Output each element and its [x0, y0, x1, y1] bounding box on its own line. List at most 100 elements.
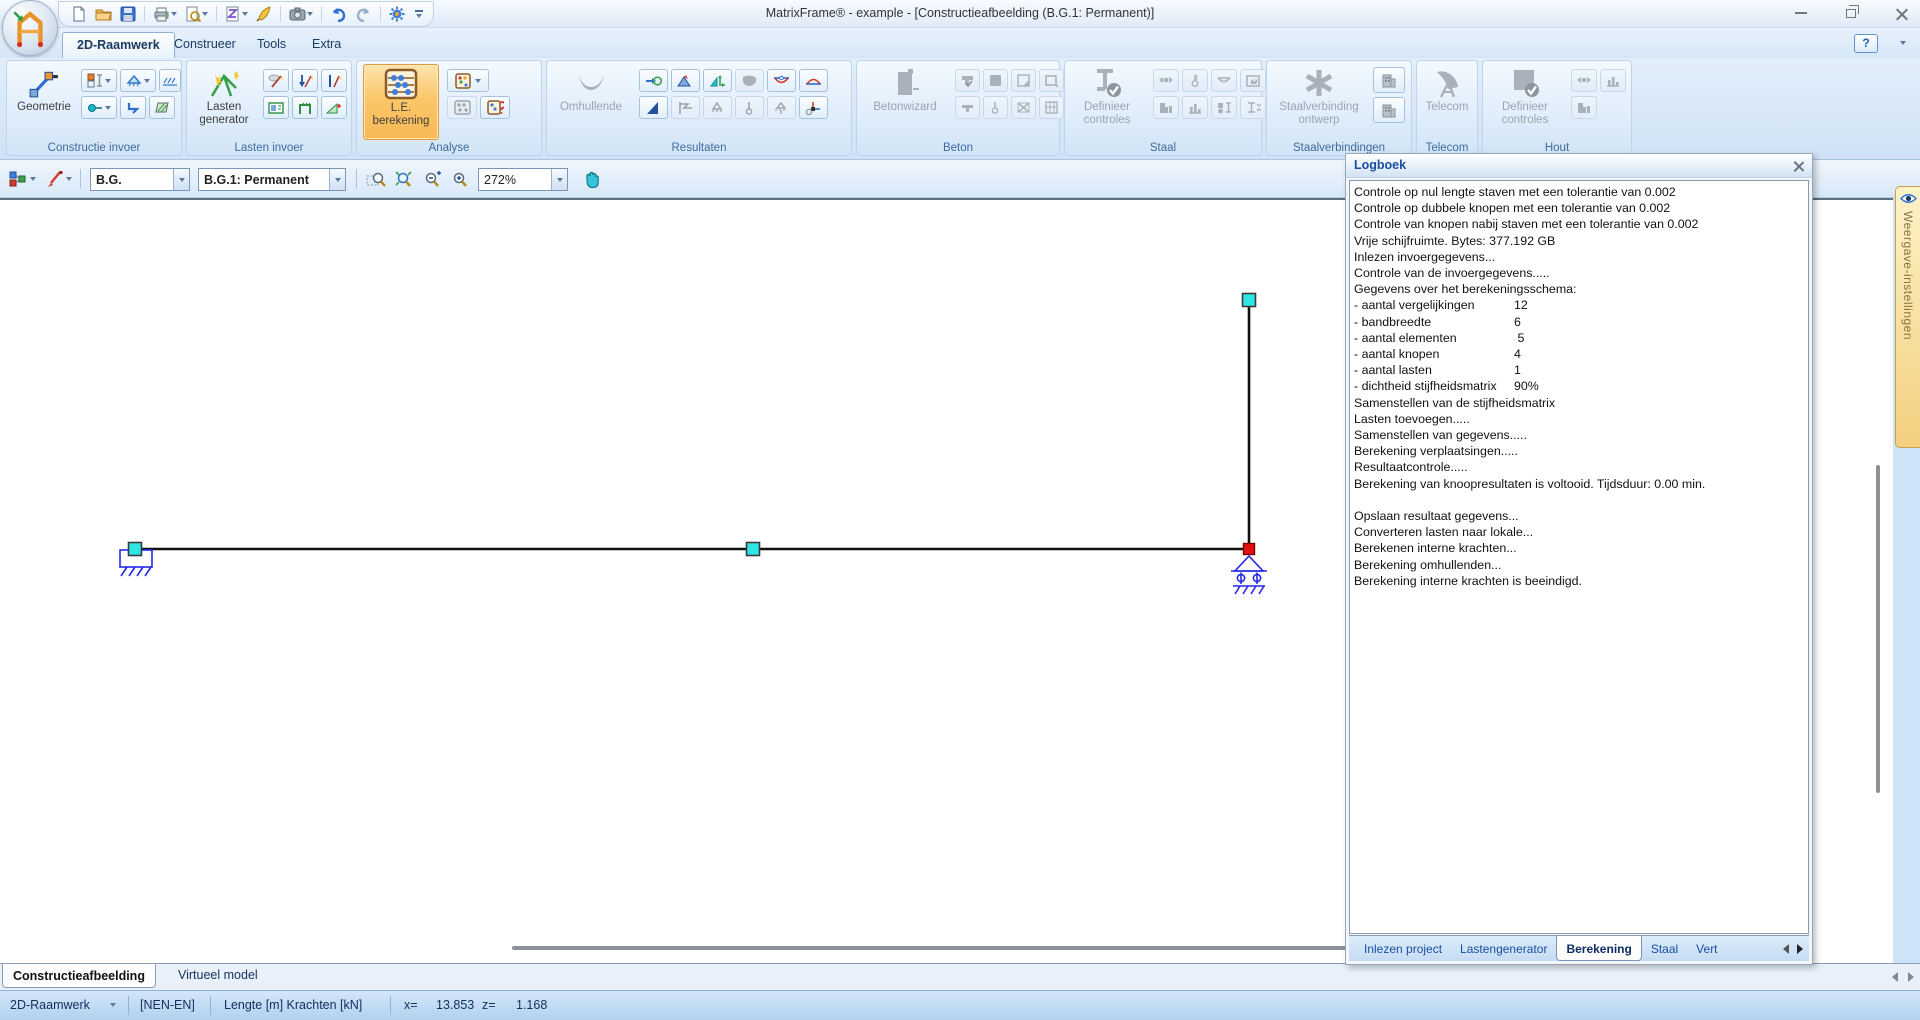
staal-benutting-button[interactable] [1182, 96, 1208, 119]
berekening-opties-button[interactable] [447, 69, 489, 92]
staal-kolommen-button[interactable] [1153, 96, 1179, 119]
application-menu-button[interactable] [2, 0, 58, 56]
tab-extra[interactable]: Extra [298, 32, 355, 58]
load-case-combo-caret[interactable] [329, 169, 345, 190]
restore-button[interactable] [1840, 4, 1862, 22]
resultaat-veld-min-button[interactable] [767, 69, 796, 92]
weergave-instellingen-tab[interactable]: Weergave-instellingen [1895, 186, 1920, 448]
beton-wapening-button[interactable] [1011, 96, 1036, 119]
resultaat-assen-button[interactable] [703, 69, 732, 92]
logbook-tab-staal[interactable]: Staal [1642, 936, 1687, 961]
tab-tools[interactable]: Tools [243, 32, 300, 58]
logbook-tab-berekening[interactable]: Berekening [1556, 936, 1641, 961]
zoom-extents-button[interactable] [392, 167, 416, 191]
arcering-button[interactable] [149, 96, 175, 119]
weergave-opties-caret[interactable] [30, 177, 36, 181]
logbook-tab-inlezen-project[interactable]: Inlezen project [1355, 936, 1451, 961]
tab-constructieafbeelding[interactable]: Constructieafbeelding [2, 964, 156, 988]
zoom-window-button[interactable] [364, 167, 388, 191]
staal-kip-button[interactable] [1153, 69, 1179, 92]
knoop-button[interactable] [81, 96, 117, 119]
staal-brand-button[interactable] [1240, 69, 1266, 92]
load-case-combo[interactable]: B.G.1: Permanent [198, 168, 346, 191]
minimize-button[interactable] [1790, 4, 1812, 22]
redline-caret[interactable] [66, 177, 72, 181]
node-left[interactable] [129, 543, 142, 556]
status-mode-caret[interactable] [110, 1003, 116, 1007]
hout-sterkte-button[interactable] [1600, 69, 1626, 92]
tab-virtueel-model[interactable]: Virtueel model [168, 964, 268, 988]
omhullende-button[interactable]: Omhullende [551, 64, 631, 140]
telecom-button[interactable]: Telecom [1419, 64, 1475, 140]
le-berekening-button[interactable]: L.E. berekening [363, 64, 439, 140]
zoom-plus-button[interactable] [448, 167, 472, 191]
zoom-level-combo-caret[interactable] [551, 169, 567, 190]
hout-kip-button[interactable] [1571, 69, 1597, 92]
beton-ligger-button[interactable] [955, 96, 980, 119]
verbinding-gebouw-2-button[interactable] [1373, 97, 1405, 123]
resultaat-normaalkracht-button[interactable] [735, 96, 764, 119]
lastgenerator-lijnlast-button[interactable] [321, 69, 347, 92]
geometrie-button[interactable]: Geometrie [13, 64, 75, 140]
staal-knik-button[interactable] [1182, 69, 1208, 92]
logbook-header[interactable]: Logboek [1346, 154, 1812, 178]
beton-klem-button[interactable] [955, 69, 980, 92]
lasten-generator-button[interactable]: Lasten generator [191, 64, 257, 140]
beton-kader-button[interactable] [1039, 69, 1064, 92]
horizontal-scrollbar-thumb[interactable] [512, 946, 1347, 950]
status-mode[interactable]: 2D-Raamwerk [10, 998, 90, 1012]
steunpunt-button[interactable] [120, 96, 146, 119]
resultaat-vlak-button[interactable] [735, 69, 764, 92]
close-button[interactable] [1890, 4, 1912, 22]
bg-group-combo-caret[interactable] [173, 169, 189, 190]
help-dropdown-caret[interactable] [1900, 41, 1906, 45]
beton-tabel-button[interactable] [1039, 96, 1064, 119]
logbook-tab-lastengenerator[interactable]: Lastengenerator [1451, 936, 1556, 961]
doc-tabs-scroll-left-icon[interactable] [1892, 972, 1898, 982]
berekening-matrix-button[interactable] [447, 96, 477, 119]
doc-tabs-scroll-right-icon[interactable] [1908, 972, 1914, 982]
oplegging-button[interactable] [120, 69, 156, 92]
resultaat-reacties-button[interactable] [703, 96, 732, 119]
help-button[interactable]: ? [1854, 34, 1878, 53]
zoom-in-out-button[interactable] [420, 167, 444, 191]
lastgenerator-puntlast-button[interactable] [292, 69, 318, 92]
resultaat-knoopkrachten-button[interactable] [799, 96, 828, 119]
tab-construeer[interactable]: Construeer [160, 32, 250, 58]
resultaat-momenten-button[interactable] [671, 69, 700, 92]
resultaat-verplaatsing-button[interactable] [639, 69, 668, 92]
staalverbinding-ontwerp-button[interactable]: Staalverbinding ontwerp [1271, 64, 1367, 140]
beton-doorsnede-button[interactable] [983, 69, 1008, 92]
betonwizard-button[interactable]: Betonwizard [863, 64, 947, 140]
node-corner-selected[interactable] [1244, 544, 1255, 555]
staal-definieer-controles-button[interactable]: Definieer controles [1069, 64, 1145, 140]
logbook-tabs-scroll-left-icon[interactable] [1783, 944, 1789, 954]
lasten-portaal-button[interactable] [292, 96, 318, 119]
staal-doorbuiging-button[interactable] [1211, 69, 1237, 92]
berekening-opties-caret[interactable] [475, 79, 481, 83]
staal-toetsing-button[interactable] [1240, 96, 1266, 119]
redline-button[interactable] [44, 167, 74, 191]
profiel-invoer-button[interactable] [81, 69, 117, 92]
maatvoering-button[interactable] [159, 69, 181, 92]
pan-hand-button[interactable] [580, 167, 603, 191]
logbook-tabs-scroll-right-icon[interactable] [1797, 944, 1803, 954]
oplegging-dropdown-caret[interactable] [144, 79, 150, 83]
lasten-tabel-button[interactable] [263, 96, 289, 119]
node-mid[interactable] [747, 543, 760, 556]
lastgenerator-sneeuw-button[interactable] [263, 69, 289, 92]
resultaat-oplegging-button[interactable] [767, 96, 796, 119]
bg-group-combo[interactable]: B.G. [90, 168, 190, 191]
hout-definieer-controles-button[interactable]: Definieer controles [1487, 64, 1563, 140]
resultaat-veld-max-button[interactable] [799, 69, 828, 92]
logbook-tab-vert[interactable]: Vert [1687, 936, 1726, 961]
knoop-dropdown-caret[interactable] [105, 106, 111, 110]
hout-benutting-button[interactable] [1571, 96, 1597, 119]
vertical-scrollbar-thumb[interactable] [1876, 465, 1880, 793]
logbook-close-icon[interactable] [1792, 159, 1806, 173]
weergave-opties-button[interactable] [6, 167, 38, 191]
resultaat-momentvlak-button[interactable] [639, 96, 668, 119]
node-top[interactable] [1243, 294, 1256, 307]
tab-2d-raamwerk[interactable]: 2D-Raamwerk [62, 32, 175, 58]
zoom-level-combo[interactable]: 272% [478, 168, 568, 191]
